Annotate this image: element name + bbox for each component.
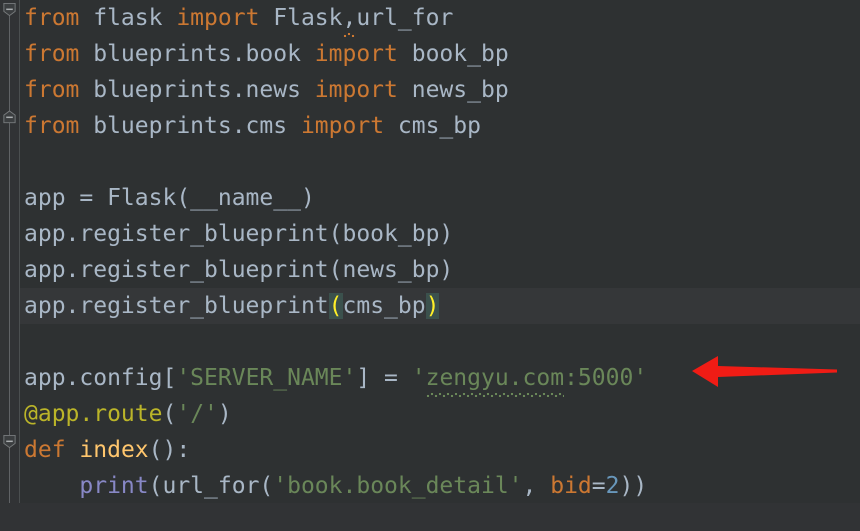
code-token: @app.route — [24, 401, 163, 427]
code-token: (url_for( — [148, 473, 274, 499]
fold-marker-def-index[interactable] — [2, 434, 17, 449]
code-token: url_for — [356, 5, 454, 31]
code-token: )) — [619, 473, 648, 499]
code-token: = — [591, 473, 606, 499]
code-token: 'SERVER_NAME' — [176, 365, 357, 391]
code-token: blueprints.cms — [79, 113, 301, 139]
code-line-9[interactable]: app.register_blueprint(cms_bp) — [24, 288, 440, 324]
minus-icon — [6, 8, 13, 11]
code-token: ] = — [356, 365, 412, 391]
code-token: cms_bp — [384, 113, 481, 139]
minus-icon — [6, 440, 13, 443]
code-token: print — [79, 473, 149, 499]
fold-marker-imports-end[interactable] — [2, 110, 17, 125]
code-token: 2 — [605, 473, 620, 499]
code-token: cms_bp — [342, 293, 426, 319]
code-token: blueprints.news — [79, 77, 315, 103]
code-token: :5000' — [564, 365, 648, 391]
code-token: from — [24, 77, 80, 103]
code-token: news_bp — [397, 77, 509, 103]
editor-below-fold-area — [0, 503, 860, 531]
code-editor[interactable]: from flask import Flask,url_for from blue… — [0, 0, 860, 531]
fold-guide-body — [9, 122, 10, 448]
code-line-11[interactable]: app.config['SERVER_NAME'] = 'zengyu.com:… — [24, 360, 648, 397]
code-token: 'book.book_detail' — [273, 473, 523, 499]
code-token: blueprints.book — [79, 41, 315, 67]
code-token: ) — [217, 401, 232, 427]
code-line-6[interactable]: app = Flask(__name__) — [24, 180, 315, 216]
minus-icon — [6, 116, 13, 119]
code-line-3[interactable]: from blueprints.news import news_bp — [24, 72, 509, 108]
code-token: import — [314, 77, 398, 103]
code-token: , — [522, 473, 551, 499]
code-line-12[interactable]: @app.route('/') — [24, 396, 232, 432]
code-token: index — [79, 437, 149, 463]
code-token: ( — [162, 401, 177, 427]
arrow-shape — [692, 356, 837, 387]
code-token: zengyu.com — [425, 360, 565, 397]
code-line-1[interactable]: from flask import Flask,url_for — [24, 0, 454, 37]
fold-guide-imports — [9, 16, 10, 111]
code-token: app.register_blueprint(book_bp) — [24, 221, 454, 247]
code-token: ' — [411, 365, 426, 391]
code-token: app = Flask(__name__) — [24, 185, 315, 211]
code-line-2[interactable]: from blueprints.book import book_bp — [24, 36, 509, 72]
code-token: flask — [79, 5, 177, 31]
code-token: '/' — [176, 401, 218, 427]
code-token: def — [24, 437, 66, 463]
code-line-7[interactable]: app.register_blueprint(book_bp) — [24, 216, 453, 252]
editor-code-pane[interactable]: from flask import Flask,url_for from blue… — [0, 0, 860, 503]
code-token: from — [24, 113, 80, 139]
fold-marker-imports-start[interactable] — [2, 2, 17, 17]
code-token: (): — [148, 437, 191, 463]
code-token: book_bp — [397, 41, 509, 67]
code-token: from — [24, 5, 80, 31]
code-token: , — [342, 0, 356, 37]
fold-guide-index — [9, 448, 10, 503]
code-token: Flask — [259, 5, 343, 31]
gutter-separator — [19, 0, 20, 503]
red-annotation-arrow — [692, 352, 837, 390]
code-token: ( — [328, 293, 343, 319]
code-token: from — [24, 41, 80, 67]
code-line-4[interactable]: from blueprints.cms import cms_bp — [24, 108, 481, 144]
code-token: import — [300, 113, 385, 139]
editor-gutter[interactable] — [0, 0, 19, 503]
code-token: ) — [425, 293, 440, 319]
code-token: bid — [550, 473, 592, 499]
code-token: app.register_blueprint — [24, 293, 329, 319]
code-token: app.config[ — [24, 365, 177, 391]
code-line-13[interactable]: def index(): — [24, 432, 190, 468]
code-token: import — [314, 41, 398, 67]
code-line-8[interactable]: app.register_blueprint(news_bp) — [24, 252, 453, 288]
code-token: app.register_blueprint(news_bp) — [24, 257, 454, 283]
code-line-14[interactable]: print(url_for('book.book_detail', bid=2)… — [24, 468, 647, 503]
code-token: import — [176, 5, 260, 31]
